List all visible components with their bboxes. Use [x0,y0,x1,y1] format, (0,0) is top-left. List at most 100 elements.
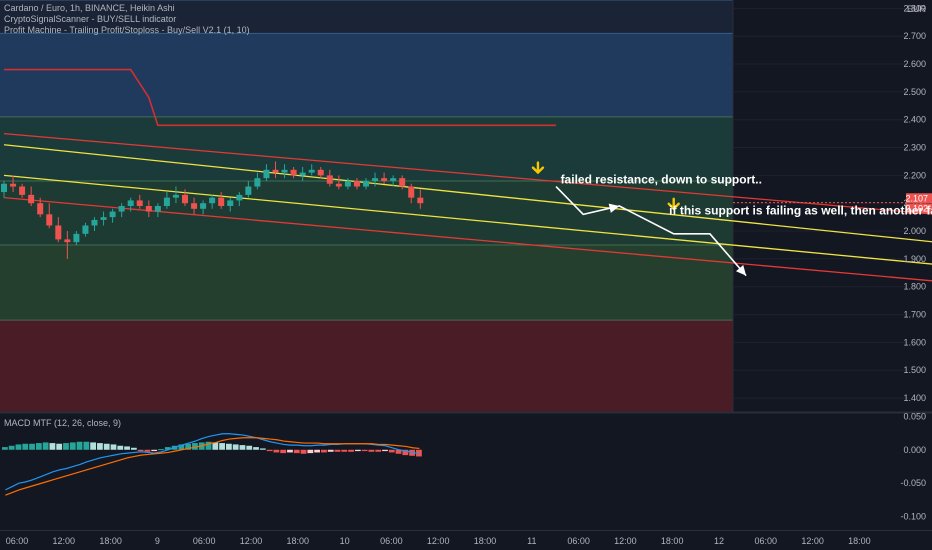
macd-histogram-bar [266,449,273,452]
candle-body [145,206,152,212]
candle-body [109,211,116,218]
macd-tick-label: 0.000 [903,445,926,455]
macd-histogram-bar [124,446,130,450]
macd-histogram-bar [327,449,334,452]
macd-histogram-bar [15,444,22,450]
macd-tick-label: -0.050 [900,478,926,488]
macd-histogram-bar [321,449,327,453]
macd-histogram-bar [253,447,259,450]
candle-body [236,194,243,201]
price-zone [0,33,733,117]
macd-histogram-bar [158,449,164,451]
candle-body [263,169,270,179]
macd-histogram-bar [232,444,239,450]
time-tick-label: 18:00 [287,536,310,546]
candle-body [28,194,35,204]
price-chart-svg[interactable]: 0.0500.000-0.050-0.100 2.8002.7002.6002.… [0,0,932,550]
macd-histogram-bar [239,445,246,450]
time-tick-label: 06:00 [193,536,216,546]
candle-body [64,239,71,243]
time-tick-label: 12:00 [427,536,450,546]
macd-histogram-bar [117,445,124,450]
macd-histogram-bar [151,449,158,452]
candle-body [408,186,415,198]
candle-body [272,169,279,173]
macd-legend: MACD MTF (12, 26, close, 9) [4,418,121,428]
candle-body [227,200,234,206]
time-tick-label: 10 [340,536,350,546]
macd-histogram-bar [63,443,69,450]
candle-body [118,206,125,212]
price-tick-label: 1.500 [903,365,926,375]
macd-histogram-bar [361,449,368,452]
macd-histogram-bar [348,449,354,452]
price-zone [0,116,733,181]
macd-histogram-bar [8,445,15,450]
macd-histogram-bar [144,449,151,452]
candle-body [209,197,216,204]
candle-body [154,206,161,212]
candle-body [136,200,143,206]
macd-histogram-bar [69,442,76,450]
annotation-text: if this support is failing as well, then… [669,203,932,217]
candle-body [100,217,107,220]
candle-body [1,183,7,193]
candle-body [308,169,315,173]
candle-body [363,180,369,187]
time-tick-label: 9 [155,536,160,546]
price-tick-label: 1.900 [903,254,926,264]
time-tick-label: 06:00 [755,536,778,546]
candle-body [390,178,397,181]
macd-histogram-bar [42,442,49,450]
macd-histogram-bar [225,443,232,450]
price-tick-label: 1.800 [903,282,926,292]
candle-body [372,178,379,181]
time-tick-label: 12:00 [53,536,76,546]
candle-body [127,200,134,206]
candle-body [344,180,351,187]
macd-histogram-bar [35,443,42,450]
candle-body [55,225,62,240]
candle-body [417,197,424,204]
macd-histogram-bar [300,449,307,454]
chart-container[interactable]: 0.050 0.000 -0.050 -0.100 2.800 2.700 2.600 2.… [0,0,932,550]
macd-tick-label: 0.050 [903,411,926,421]
time-tick-label: 06:00 [380,536,403,546]
currency-label: EUR [907,4,927,14]
candle-body [290,169,297,176]
candle-body [182,194,188,204]
macd-histogram-bar [90,442,97,450]
candle-body [82,225,89,234]
macd-histogram-bar [280,449,287,454]
macd-histogram-bar [49,443,56,450]
price-zone [0,320,733,412]
symbol-title: Cardano / Euro, 1h, BINANCE, Heikin Ashi [4,3,175,13]
price-tick-label: 2.400 [903,115,926,125]
indicator-legend-2: Profit Machine - Trailing Profit/Stoplos… [4,25,250,35]
time-tick-label: 12:00 [801,536,824,546]
macd-histogram-bar [341,449,348,452]
candle-body [335,183,342,187]
time-tick-label: 11 [527,536,536,546]
price-tick-label: 2.200 [903,170,926,180]
time-tick-label: 12:00 [614,536,637,546]
candle-body [172,194,179,198]
candle-body [163,197,170,206]
candle-body [299,172,306,176]
price-tick-label: 1.400 [903,393,926,403]
macd-histogram-bar [2,447,8,450]
macd-histogram-bar [97,443,103,450]
macd-histogram-bar [307,449,314,454]
candle-body [46,214,53,226]
macd-histogram-bar [287,449,293,453]
time-tick-label: 18:00 [474,536,497,546]
price-tick-label: 1.600 [903,337,926,347]
price-zone [0,244,733,321]
time-tick-label: 06:00 [6,536,29,546]
indicator-legend-1: CryptoSignalScanner - BUY/SELL indicator [4,14,176,24]
candle-body [353,180,360,187]
candle-body [19,186,26,195]
price-tick-label: 2.000 [903,226,926,236]
candle-body [218,197,225,206]
price-tick-label: 2.500 [903,87,926,97]
